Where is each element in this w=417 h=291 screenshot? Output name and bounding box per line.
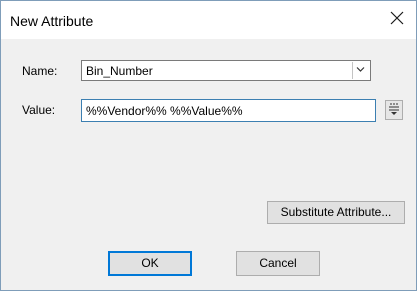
title-bar: New Attribute (1, 1, 416, 39)
insert-options-icon (389, 103, 399, 115)
name-dropdown-button[interactable] (352, 62, 369, 79)
name-combobox[interactable]: Bin_Number (81, 60, 371, 81)
insert-options-button[interactable] (385, 100, 403, 120)
name-value: Bin_Number (86, 64, 153, 78)
close-button[interactable] (388, 10, 406, 28)
chevron-down-icon (356, 67, 365, 72)
close-icon (390, 11, 404, 25)
value-input[interactable]: %%Vendor%% %%Value%% (81, 99, 376, 122)
new-attribute-dialog: New Attribute Name: Bin_Number Value: %%… (0, 0, 417, 291)
ok-button[interactable]: OK (108, 251, 192, 276)
dialog-title: New Attribute (10, 13, 94, 29)
name-label: Name: (22, 64, 58, 78)
cancel-button[interactable]: Cancel (236, 251, 320, 276)
value-text: %%Vendor%% %%Value%% (86, 104, 243, 118)
substitute-attribute-button[interactable]: Substitute Attribute... (267, 201, 405, 224)
value-label: Value: (22, 103, 56, 117)
